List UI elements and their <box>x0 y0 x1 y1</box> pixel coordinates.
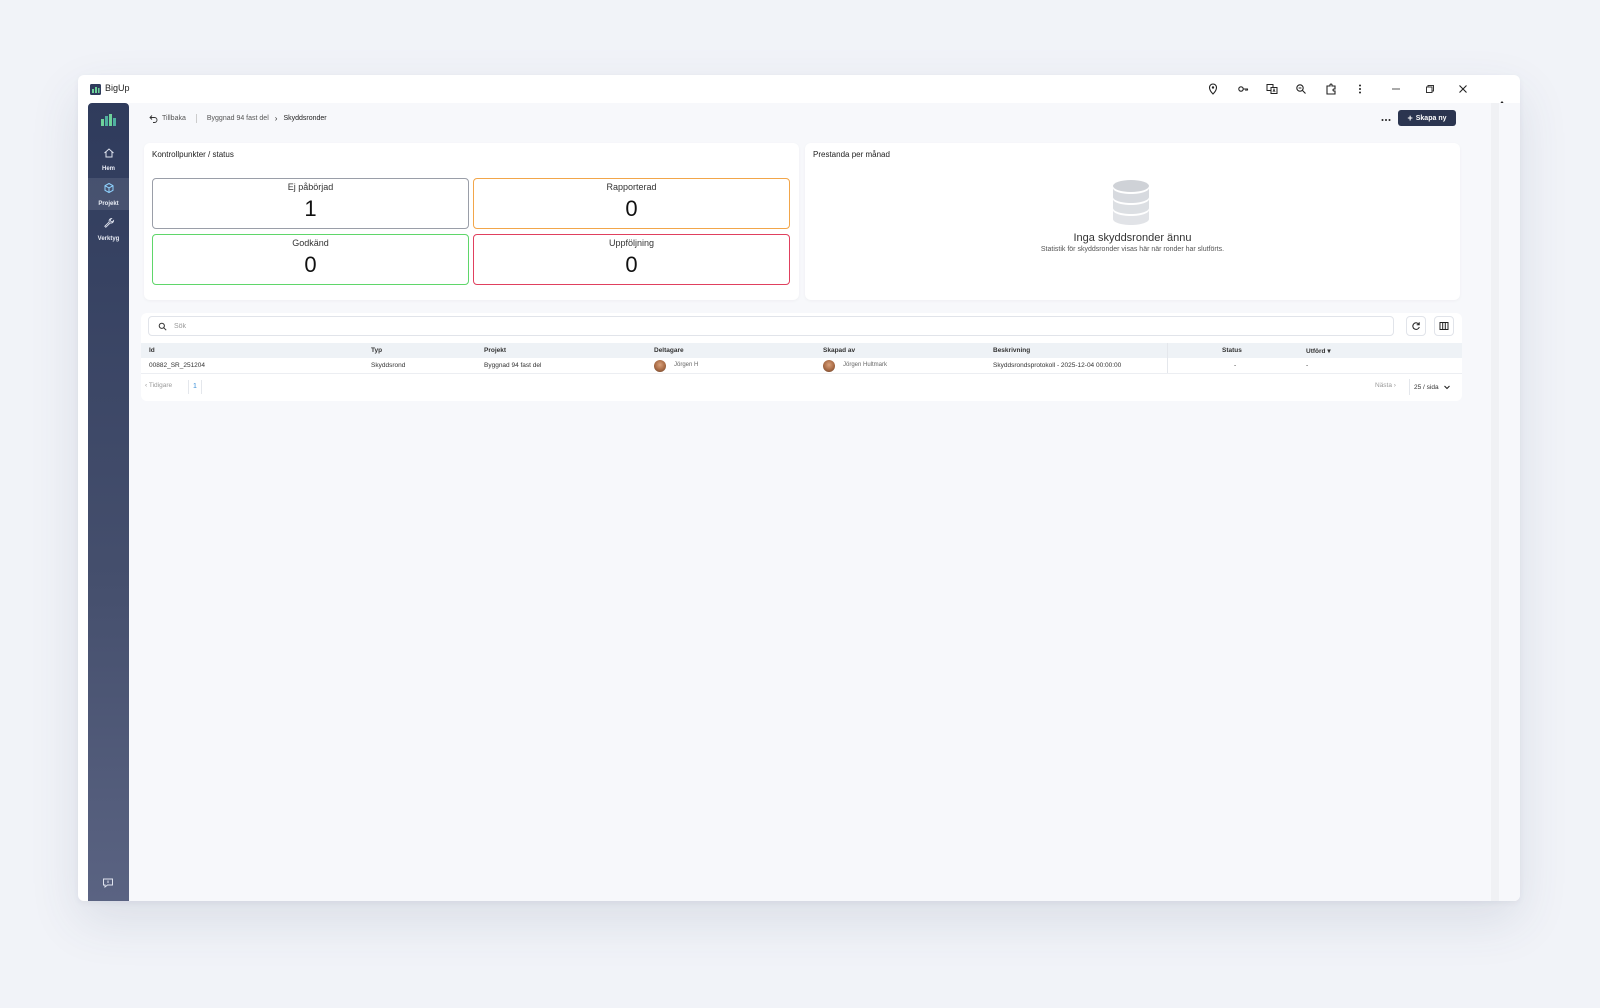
performance-card: Prestanda per månad Inga skyddsronder än… <box>805 143 1460 300</box>
ellipsis-icon <box>1381 119 1391 121</box>
pagination-next-button[interactable]: Nästa › <box>1375 382 1396 389</box>
tile-value: 0 <box>304 252 317 277</box>
status-tile-reported[interactable]: Rapporterad 0 <box>473 178 790 229</box>
main-content: Tillbaka Byggnad 94 fast del › Skyddsron… <box>129 103 1520 901</box>
home-icon <box>103 148 114 158</box>
column-header-typ[interactable]: Typ <box>371 347 382 354</box>
feedback-icon[interactable] <box>102 877 114 889</box>
cell-status: - <box>1234 362 1237 369</box>
page-size-select[interactable]: 25 / sida <box>1409 379 1459 395</box>
zoom-icon[interactable] <box>1294 82 1308 96</box>
refresh-button[interactable] <box>1406 316 1426 336</box>
pagination-prev-label: Tidigare <box>148 382 173 389</box>
back-link[interactable]: Tillbaka <box>162 115 186 122</box>
sidebar-item-label: Hem <box>101 166 115 172</box>
tile-label: Ej påbörjad <box>287 182 334 192</box>
title-bar: BigUp <box>78 75 1520 103</box>
kebab-menu-icon[interactable] <box>1353 82 1367 96</box>
tile-value: 0 <box>625 196 638 221</box>
sidebar: Hem Projekt Verktyg <box>88 103 129 901</box>
search-input[interactable] <box>174 322 1374 330</box>
app-window: BigUp Hem Projekt Verktyg Tillbaka Byggn… <box>78 75 1520 901</box>
table-row[interactable]: 00882_SR_251204 Skyddsrond Byggnad 94 fa… <box>141 358 1462 374</box>
status-tile-follow-up[interactable]: Uppföljning 0 <box>473 234 790 285</box>
wrench-icon <box>103 218 114 228</box>
plus-icon: + <box>1407 113 1413 123</box>
tile-label: Godkänd <box>292 238 329 248</box>
cell-deltagare: Jörgen H <box>674 362 699 368</box>
back-arrow-icon[interactable] <box>149 114 158 123</box>
search-box[interactable] <box>148 316 1394 336</box>
column-header-utford[interactable]: Utförd ▾ <box>1306 347 1331 355</box>
table-card: Id Typ Projekt Deltagare Skapad av Beskr… <box>141 313 1462 401</box>
empty-state-subtitle: Statistik för skyddsronder visas här när… <box>1040 246 1225 253</box>
refresh-icon <box>1412 322 1420 330</box>
avatar <box>823 360 835 372</box>
table-header: Id Typ Projekt Deltagare Skapad av Beskr… <box>141 343 1462 358</box>
bigup-logo-icon <box>90 84 101 95</box>
status-tile-not-started[interactable]: Ej påbörjad 1 <box>152 178 469 229</box>
app-title: BigUp <box>105 83 130 93</box>
sidebar-item-label: Verktyg <box>97 236 120 242</box>
column-header-status[interactable]: Status <box>1222 347 1242 354</box>
breadcrumb: Tillbaka Byggnad 94 fast del › Skyddsron… <box>149 114 327 123</box>
chevron-right-icon: › <box>274 114 278 123</box>
columns-icon <box>1439 322 1449 330</box>
cell-typ: Skyddsrond <box>371 362 406 369</box>
empty-state-title: Inga skyddsronder ännu <box>1073 232 1192 244</box>
vertical-scrollbar[interactable] <box>1491 103 1499 901</box>
pagination: ‹ Tidigare 1 Nästa › 25 / sida <box>141 379 1462 395</box>
cell-utford: - <box>1306 362 1309 369</box>
breadcrumb-divider <box>195 114 197 123</box>
translate-icon[interactable] <box>1265 82 1279 96</box>
database-icon <box>1113 180 1149 225</box>
sidebar-item-verktyg[interactable]: Verktyg <box>88 213 129 245</box>
sidebar-item-projekt[interactable]: Projekt <box>88 178 129 210</box>
status-card: Kontrollpunkter / status Ej påbörjad 1 R… <box>144 143 799 300</box>
column-header-utford-label: Utförd <box>1306 348 1326 355</box>
cell-skapad-av: Jörgen Hultmark <box>843 362 888 368</box>
restore-icon[interactable] <box>1423 82 1437 96</box>
pagination-next-label: Nästa <box>1375 382 1392 389</box>
status-card-title: Kontrollpunkter / status <box>152 150 234 159</box>
tile-label: Rapporterad <box>606 182 657 192</box>
page-size-value: 25 / sida <box>1414 383 1439 391</box>
column-header-projekt[interactable]: Projekt <box>484 347 506 354</box>
more-options-button[interactable] <box>1379 114 1393 126</box>
chevron-down-icon <box>1443 385 1450 390</box>
chevron-left-icon: ‹ <box>145 382 148 389</box>
cell-beskrivning: Skyddsrondsprotokoll - 2025-12-04 00:00:… <box>993 362 1122 369</box>
column-header-beskrivning[interactable]: Beskrivning <box>993 347 1030 354</box>
column-header-skapad-av[interactable]: Skapad av <box>823 347 855 354</box>
breadcrumb-current: Skyddsronder <box>283 115 327 122</box>
location-pin-icon[interactable] <box>1206 82 1220 96</box>
key-icon[interactable] <box>1236 82 1250 96</box>
pagination-page-1[interactable]: 1 <box>188 380 202 394</box>
cube-icon <box>104 182 113 194</box>
pagination-prev-button[interactable]: ‹ Tidigare <box>145 382 172 389</box>
tile-value: 0 <box>625 252 638 277</box>
sidebar-item-label: Projekt <box>98 201 119 207</box>
tile-label: Uppföljning <box>608 238 655 248</box>
sidebar-item-hem[interactable]: Hem <box>88 143 129 175</box>
cell-id[interactable]: 00882_SR_251204 <box>149 362 205 369</box>
search-icon <box>158 322 167 331</box>
column-header-deltagare[interactable]: Deltagare <box>654 347 684 354</box>
close-icon[interactable] <box>1456 82 1470 96</box>
create-new-button[interactable]: + Skapa ny <box>1398 110 1456 126</box>
breadcrumb-parent-link[interactable]: Byggnad 94 fast del <box>207 115 269 122</box>
avatar <box>654 360 666 372</box>
tile-value: 1 <box>304 196 317 221</box>
columns-button[interactable] <box>1434 316 1454 336</box>
performance-card-title: Prestanda per månad <box>813 150 890 159</box>
sort-desc-icon: ▾ <box>1327 348 1331 355</box>
bigup-sidebar-logo-icon[interactable] <box>100 113 117 127</box>
cell-projekt: Byggnad 94 fast del <box>484 362 542 369</box>
extensions-icon[interactable] <box>1324 82 1338 96</box>
column-header-id[interactable]: Id <box>149 347 155 354</box>
status-tile-approved[interactable]: Godkänd 0 <box>152 234 469 285</box>
chevron-right-icon: › <box>1393 382 1396 389</box>
minimize-icon[interactable] <box>1389 82 1403 96</box>
create-new-label: Skapa ny <box>1415 114 1447 122</box>
